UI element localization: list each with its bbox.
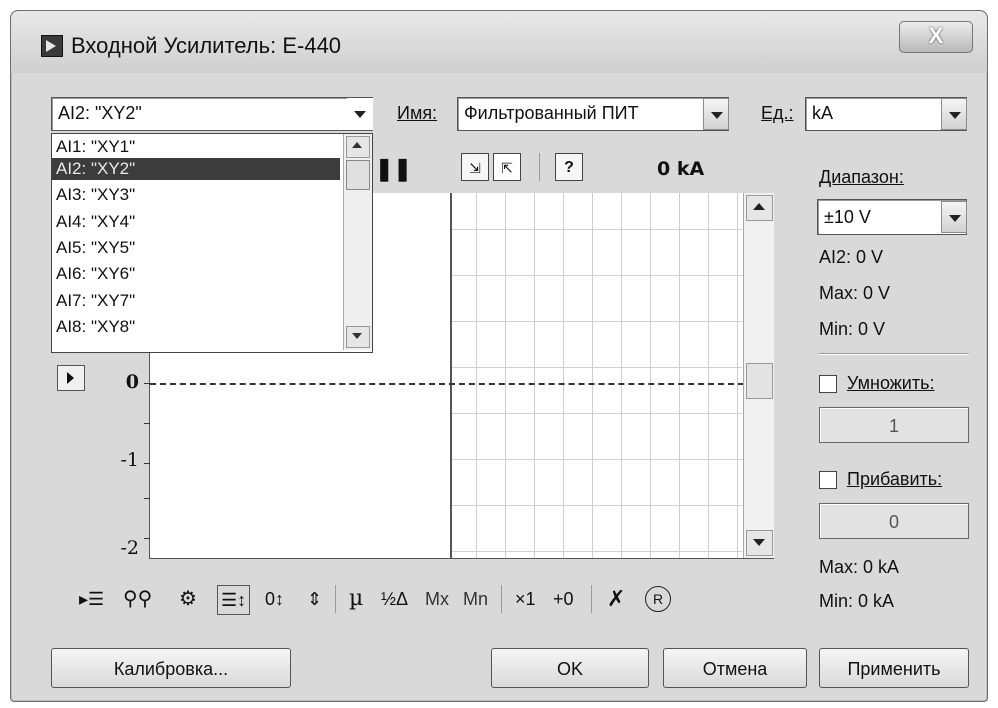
panel-separator — [819, 353, 969, 355]
units-label: Ед.: — [761, 103, 794, 123]
close-button[interactable]: X — [899, 21, 973, 53]
zero-scale-icon[interactable]: 0↕ — [265, 583, 284, 615]
y-tick — [144, 498, 150, 499]
app-icon — [41, 35, 63, 57]
multiply-checkbox[interactable] — [819, 375, 837, 393]
autoscale-icon[interactable]: ⇲ — [461, 153, 489, 181]
min-button[interactable]: Mn — [463, 583, 488, 615]
window-title: Входной Усилитель: E-440 — [71, 33, 342, 58]
pause-icon[interactable]: ❚❚ — [375, 154, 412, 184]
list-item-selected[interactable]: AI2: "XY2" — [52, 158, 340, 180]
calibration-button[interactable]: Калибровка... — [51, 648, 291, 688]
toolbar-separator — [591, 585, 592, 613]
zero-line — [150, 383, 744, 385]
y-label-minus-one: -1 — [120, 449, 139, 471]
disable-scope-icon[interactable]: ✗ — [607, 583, 625, 615]
add-value[interactable]: 0 — [819, 503, 969, 539]
apply-button[interactable]: Применить — [819, 648, 969, 688]
amplifier-dialog: Входной Усилитель: E-440 X AI2: "XY2" Им… — [10, 10, 988, 702]
title-bar[interactable]: Входной Усилитель: E-440 X — [11, 11, 987, 73]
cancel-button[interactable]: Отмена — [663, 648, 807, 688]
channel-dropdown-arrow[interactable] — [347, 98, 373, 130]
add-label: Прибавить: — [847, 469, 943, 489]
multiply-value[interactable]: 1 — [819, 407, 969, 443]
half-delta-button[interactable]: ½Δ — [381, 583, 408, 615]
toolbar-separator — [335, 585, 336, 613]
ok-button[interactable]: OK — [491, 648, 649, 688]
channel-select[interactable]: AI2: "XY2" — [51, 97, 373, 131]
multiply-one-button[interactable]: ×1 — [515, 583, 536, 615]
cursor-arrow-button[interactable] — [57, 365, 85, 391]
min-volts: Min: 0 V — [819, 319, 886, 339]
mean-button[interactable]: µ — [349, 583, 363, 615]
list-item[interactable]: AI5: "XY5" — [52, 237, 340, 259]
list-item[interactable]: AI8: "XY8" — [52, 316, 340, 338]
list-item[interactable]: AI3: "XY3" — [52, 184, 340, 206]
channel-list-scrollbar[interactable] — [343, 134, 372, 350]
ai-value: AI2: 0 V — [819, 247, 884, 267]
units-field-value: kA — [812, 103, 834, 123]
range-select-value: ±10 V — [824, 207, 871, 227]
list-item[interactable]: AI7: "XY7" — [52, 290, 340, 312]
range-label: Диапазон: — [819, 167, 904, 187]
scroll-up-arrow[interactable] — [746, 195, 773, 221]
reset-badge-icon[interactable]: R — [645, 586, 671, 612]
max-ka: Max: 0 kA — [819, 557, 900, 577]
plot-scrollbar[interactable] — [743, 193, 774, 558]
toolbar-separator — [539, 153, 540, 181]
add-checkbox[interactable] — [819, 471, 837, 489]
scroll-down-arrow[interactable] — [746, 530, 773, 556]
expand-scale-icon[interactable]: ⇕ — [307, 583, 322, 615]
name-label: Имя: — [397, 103, 438, 123]
list-scroll-down[interactable] — [346, 326, 370, 348]
y-tick — [144, 423, 150, 424]
list-item[interactable]: AI1: "XY1" — [52, 136, 340, 158]
list-item[interactable]: AI6: "XY6" — [52, 263, 340, 285]
current-readout: 0 kA — [657, 158, 705, 180]
help-icon[interactable]: ? — [555, 153, 583, 181]
settings-search-icon[interactable]: ⚙ — [179, 583, 197, 615]
scroll-thumb[interactable] — [746, 363, 773, 399]
channel-select-value: AI2: "XY2" — [58, 103, 142, 123]
y-label-minus-two: -2 — [120, 537, 139, 559]
name-field[interactable]: Фильтрованный ПИТ — [457, 97, 729, 131]
add-zero-button[interactable]: +0 — [553, 583, 574, 615]
binoculars-icon[interactable]: ⚲⚲ — [123, 583, 152, 615]
plot-grid — [450, 193, 742, 558]
max-volts: Max: 0 V — [819, 283, 891, 303]
dialog-body: AI2: "XY2" Имя: Фильтрованный ПИТ Ед.: k… — [29, 73, 969, 689]
channel-list-icon[interactable]: ▸☰ — [79, 583, 104, 615]
list-scroll-thumb[interactable] — [346, 160, 370, 190]
toolbar-separator — [501, 585, 502, 613]
min-ka: Min: 0 kA — [819, 591, 895, 611]
multiply-label: Умножить: — [847, 373, 935, 393]
y-tick — [144, 383, 150, 384]
scale-range-icon[interactable]: ☰↕ — [217, 585, 251, 615]
name-dropdown-arrow[interactable] — [703, 98, 729, 130]
list-scroll-up[interactable] — [346, 136, 370, 158]
range-dropdown-arrow[interactable] — [941, 201, 967, 233]
y-label-zero: 0 — [125, 371, 139, 393]
y-tick — [144, 538, 150, 539]
zoom-fit-icon[interactable]: ⇱ — [493, 153, 521, 181]
channel-list[interactable]: AI1: "XY1" AI2: "XY2" AI3: "XY3" AI4: "X… — [51, 133, 373, 353]
list-item[interactable]: AI4: "XY4" — [52, 211, 340, 233]
y-tick — [144, 463, 150, 464]
name-field-value: Фильтрованный ПИТ — [464, 103, 639, 123]
units-dropdown-arrow[interactable] — [941, 98, 967, 130]
max-button[interactable]: Mx — [425, 583, 449, 615]
